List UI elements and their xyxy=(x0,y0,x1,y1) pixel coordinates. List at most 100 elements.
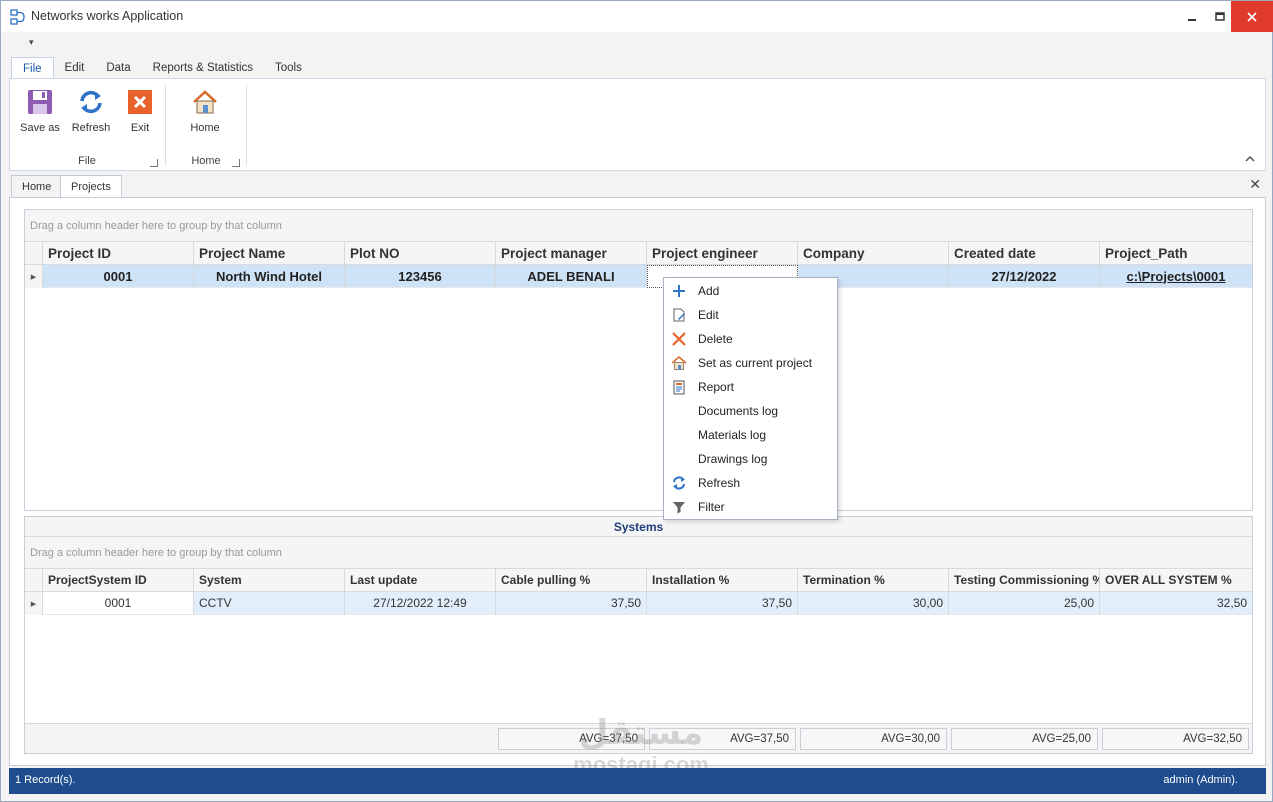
doc-tab-projects[interactable]: Projects xyxy=(60,175,122,198)
col-project-name[interactable]: Project Name xyxy=(194,242,345,264)
menu-item-label: Report xyxy=(698,380,735,394)
menu-item-report[interactable]: Report xyxy=(664,375,837,399)
col-created-date[interactable]: Created date xyxy=(949,242,1100,264)
menu-item-drawings-log[interactable]: Drawings log xyxy=(664,447,837,471)
cell-projectsystem-id[interactable]: 0001 xyxy=(43,592,194,615)
menu-item-filter[interactable]: Filter xyxy=(664,495,837,519)
cell-system[interactable]: CCTV xyxy=(194,592,345,615)
close-icon xyxy=(1247,11,1257,22)
home-group-launcher[interactable] xyxy=(232,159,240,167)
home-icon xyxy=(671,355,687,370)
menu-item-refresh[interactable]: Refresh xyxy=(664,471,837,495)
ribbon-tab-file[interactable]: File xyxy=(11,57,54,79)
col-company[interactable]: Company xyxy=(798,242,949,264)
col-cable-pulling[interactable]: Cable pulling % xyxy=(496,569,647,591)
refresh-label: Refresh xyxy=(71,122,111,134)
col-installation[interactable]: Installation % xyxy=(647,569,798,591)
cell-last-update[interactable]: 27/12/2022 12:49 xyxy=(345,592,496,615)
menu-item-edit[interactable]: Edit xyxy=(664,303,837,327)
title-bar: Networks works Application xyxy=(1,1,1273,32)
col-last-update[interactable]: Last update xyxy=(345,569,496,591)
exit-button[interactable]: Exit xyxy=(115,85,165,135)
cell-overall-system[interactable]: 32,50 xyxy=(1100,592,1252,615)
col-project-engineer[interactable]: Project engineer xyxy=(647,242,798,264)
maximize-button[interactable] xyxy=(1206,1,1234,32)
menu-item-delete[interactable]: Delete xyxy=(664,327,837,351)
systems-caption: Systems xyxy=(25,517,1252,537)
cell-cable-pulling[interactable]: 37,50 xyxy=(496,592,647,615)
cell-testing-commissioning[interactable]: 25,00 xyxy=(949,592,1100,615)
col-plot-no[interactable]: Plot NO xyxy=(345,242,496,264)
exit-icon xyxy=(128,90,152,114)
cell-plot-no[interactable]: 123456 xyxy=(345,265,496,288)
app-logo-icon xyxy=(10,9,25,25)
table-row[interactable]: ▶ 0001 CCTV 27/12/2022 12:49 37,50 37,50… xyxy=(25,592,1252,615)
projects-header-row: Project ID Project Name Plot NO Project … xyxy=(25,242,1252,265)
delete-icon xyxy=(672,332,686,346)
document-tab-strip: Home Projects ✕ xyxy=(9,173,1266,198)
save-as-label: Save as xyxy=(20,122,60,134)
refresh-button[interactable]: Refresh xyxy=(66,85,116,135)
watermark-arabic: مستقل xyxy=(578,714,704,752)
current-user: admin (Admin). xyxy=(1163,774,1238,786)
col-projectsystem-id[interactable]: ProjectSystem ID xyxy=(43,569,194,591)
cell-project-path-link[interactable]: c:\Projects\0001 xyxy=(1100,265,1252,288)
plus-icon xyxy=(673,285,685,297)
cell-termination[interactable]: 30,00 xyxy=(798,592,949,615)
row-indicator: ▶ xyxy=(25,592,43,615)
home-icon xyxy=(193,90,217,114)
ribbon-panel: Save as Refresh Exit File Home Home xyxy=(9,78,1266,171)
systems-group-by-panel[interactable]: Drag a column header here to group by th… xyxy=(25,537,1252,569)
menu-item-materials-log[interactable]: Materials log xyxy=(664,423,837,447)
close-window-button[interactable] xyxy=(1231,1,1273,32)
cell-project-name[interactable]: North Wind Hotel xyxy=(194,265,345,288)
close-document-icon[interactable]: ✕ xyxy=(1249,176,1261,193)
projects-grid: Drag a column header here to group by th… xyxy=(24,209,1253,511)
ribbon-tab-data[interactable]: Data xyxy=(95,57,141,79)
refresh-icon xyxy=(673,476,685,490)
save-as-button[interactable]: Save as xyxy=(15,85,65,135)
ribbon-tab-reports[interactable]: Reports & Statistics xyxy=(142,57,264,79)
minimize-button[interactable] xyxy=(1178,1,1206,32)
home-button[interactable]: Home xyxy=(180,85,230,135)
status-bar: 1 Record(s). admin (Admin). xyxy=(9,768,1266,794)
cell-project-manager[interactable]: ADEL BENALI xyxy=(496,265,647,288)
cell-created-date[interactable]: 27/12/2022 xyxy=(949,265,1100,288)
group-by-panel[interactable]: Drag a column header here to group by th… xyxy=(25,210,1252,242)
ribbon-group-file: Save as Refresh Exit File xyxy=(12,79,162,170)
col-project-id[interactable]: Project ID xyxy=(43,242,194,264)
projects-content: Drag a column header here to group by th… xyxy=(9,197,1266,766)
menu-item-label: Refresh xyxy=(698,476,741,490)
menu-item-add[interactable]: Add xyxy=(664,279,837,303)
menu-item-label: Filter xyxy=(698,500,725,514)
menu-item-label: Edit xyxy=(698,308,719,322)
file-group-launcher[interactable] xyxy=(150,159,158,167)
ribbon-group-home: Home Home xyxy=(168,79,244,170)
menu-item-set-current-project[interactable]: Set as current project xyxy=(664,351,837,375)
col-project-manager[interactable]: Project manager xyxy=(496,242,647,264)
col-overall-system[interactable]: OVER ALL SYSTEM % xyxy=(1100,569,1252,591)
menu-item-label: Add xyxy=(698,284,720,298)
ribbon-collapse-icon[interactable] xyxy=(1245,155,1255,163)
col-testing-commissioning[interactable]: Testing Commissioning % xyxy=(949,569,1100,591)
doc-tab-home[interactable]: Home xyxy=(11,175,63,198)
record-count: 1 Record(s). xyxy=(15,774,76,786)
row-indicator-header xyxy=(25,569,43,591)
cell-installation[interactable]: 37,50 xyxy=(647,592,798,615)
col-termination[interactable]: Termination % xyxy=(798,569,949,591)
ribbon-group-file-label: File xyxy=(78,155,96,167)
table-row[interactable]: ▶ 0001 North Wind Hotel 123456 ADEL BENA… xyxy=(25,265,1252,288)
footer-avg-termination: AVG=30,00 xyxy=(800,728,947,750)
cell-project-id[interactable]: 0001 xyxy=(43,265,194,288)
quick-access-dropdown[interactable]: ▾ xyxy=(29,37,34,48)
col-system[interactable]: System xyxy=(194,569,345,591)
col-project-path[interactable]: Project_Path xyxy=(1100,242,1252,264)
ribbon-tab-tools[interactable]: Tools xyxy=(264,57,313,79)
save-icon xyxy=(28,90,52,114)
footer-avg-testing: AVG=25,00 xyxy=(951,728,1098,750)
menu-item-documents-log[interactable]: Documents log xyxy=(664,399,837,423)
row-indicator-header xyxy=(25,242,43,264)
ribbon-separator xyxy=(246,85,247,165)
ribbon-tab-edit[interactable]: Edit xyxy=(54,57,96,79)
context-menu: Add Edit Delete Set as current project R… xyxy=(663,277,838,520)
